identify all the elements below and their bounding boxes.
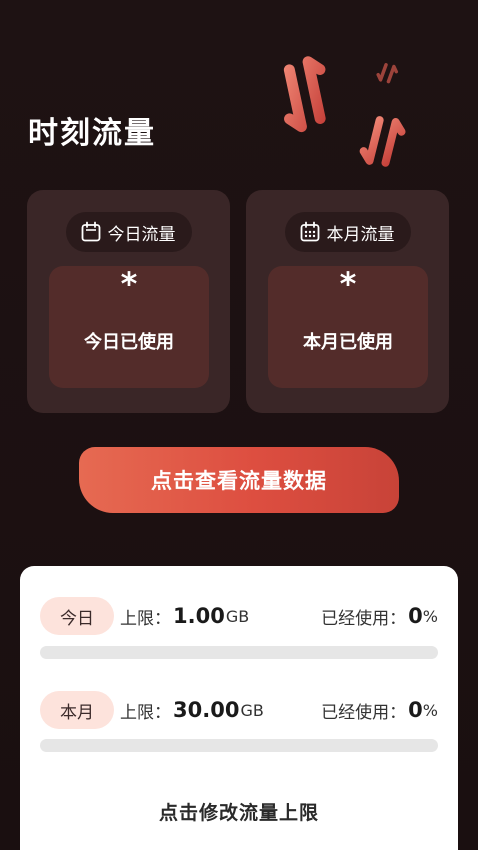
today-chip: 今日流量 [65, 212, 192, 252]
today-used-label: 已经使用： [321, 608, 407, 629]
today-limit-unit: GB [225, 606, 250, 626]
month-usage-box: * 本月已使用 [268, 266, 428, 388]
month-limit-unit: GB [240, 700, 264, 720]
app-screen: 时刻流量 今日流量 * 今日已使用 本月流量 * 本月已使用 点击查看流量数据 … [0, 0, 478, 850]
month-limit-value: 30.00 [173, 698, 240, 722]
month-used-label: 已经使用： [321, 702, 407, 723]
month-limit-row: 本月 上限： 30.00 GB 已经使用： 0 % [40, 690, 438, 730]
today-used-unit: % [422, 606, 438, 626]
month-usage-value: * [339, 265, 357, 303]
modify-limit-button[interactable]: 点击修改流量上限 [20, 798, 458, 825]
month-limit-label: 上限： [120, 702, 171, 723]
month-usage-card: 本月流量 * 本月已使用 [246, 190, 449, 413]
today-usage-box: * 今日已使用 [49, 266, 209, 388]
month-chip-label: 本月流量 [326, 224, 395, 245]
today-usage-card: 今日流量 * 今日已使用 [27, 190, 230, 413]
today-badge: 今日 [40, 597, 114, 635]
today-usage-value: * [120, 265, 138, 303]
today-usage-progress [40, 646, 438, 659]
month-used-unit: % [422, 700, 438, 720]
transfer-arrows-illustration [283, 56, 406, 167]
month-usage-caption: 本月已使用 [303, 332, 393, 353]
today-limit-label: 上限： [120, 608, 171, 629]
today-limit-value: 1.00 [173, 604, 225, 628]
view-traffic-data-button[interactable]: 点击查看流量数据 [79, 447, 399, 513]
calendar-month-icon [299, 221, 321, 243]
today-used-value: 0 [408, 604, 423, 628]
month-usage-progress [40, 739, 438, 752]
calendar-icon [80, 221, 102, 243]
app-title: 时刻流量 [28, 116, 156, 151]
month-badge: 本月 [40, 691, 114, 729]
today-usage-caption: 今日已使用 [84, 332, 174, 353]
traffic-limit-panel: 今日 上限： 1.00 GB 已经使用： 0 % 本月 上限： 30.00 GB… [20, 566, 458, 850]
month-used-value: 0 [408, 698, 423, 722]
today-chip-label: 今日流量 [107, 224, 176, 245]
today-limit-row: 今日 上限： 1.00 GB 已经使用： 0 % [40, 596, 438, 636]
month-chip: 本月流量 [284, 212, 411, 252]
